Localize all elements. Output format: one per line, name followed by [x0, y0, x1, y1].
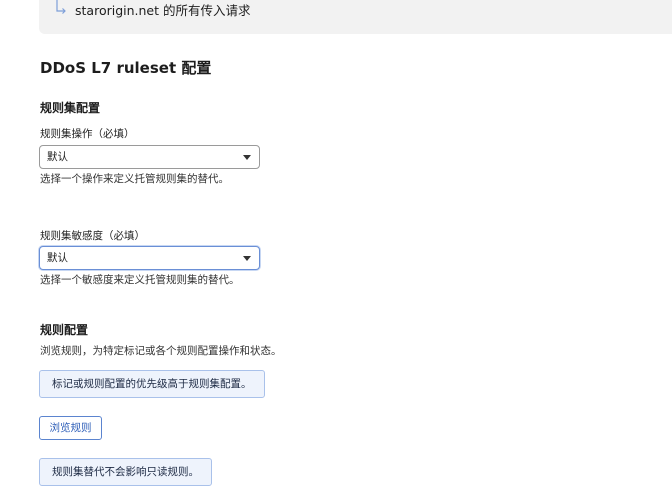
return-arrow-icon: [55, 0, 67, 17]
page: starorigin.net 的所有传入请求 DDoS L7 ruleset 配…: [0, 0, 672, 500]
ruleset-action-label: 规则集操作（必填）: [40, 128, 135, 140]
page-title: DDoS L7 ruleset 配置: [40, 59, 212, 77]
priority-info-note: 标记或规则配置的优先级高于规则集配置。: [39, 370, 265, 398]
rule-config-heading: 规则配置: [40, 323, 89, 337]
ruleset-sensitivity-label: 规则集敏感度（必填）: [40, 230, 145, 242]
ruleset-action-value: 默认: [47, 151, 68, 163]
ruleset-sensitivity-value: 默认: [47, 252, 68, 264]
rule-config-description: 浏览规则，为特定标记或各个规则配置操作和状态。: [40, 345, 282, 357]
expression-preview-text: starorigin.net 的所有传入请求: [75, 3, 251, 18]
ruleset-action-help: 选择一个操作来定义托管规则集的替代。: [40, 173, 229, 185]
chevron-down-icon: [243, 256, 251, 261]
readonly-info-note: 规则集替代不会影响只读规则。: [39, 458, 212, 486]
chevron-down-icon: [243, 155, 251, 160]
ruleset-sensitivity-select[interactable]: 默认: [39, 246, 260, 270]
expression-preview-box: starorigin.net 的所有传入请求: [39, 0, 672, 34]
browse-rules-button[interactable]: 浏览规则: [39, 416, 102, 440]
ruleset-action-select[interactable]: 默认: [39, 145, 260, 169]
ruleset-sensitivity-help: 选择一个敏感度来定义托管规则集的替代。: [40, 274, 240, 286]
ruleset-config-heading: 规则集配置: [40, 101, 101, 115]
